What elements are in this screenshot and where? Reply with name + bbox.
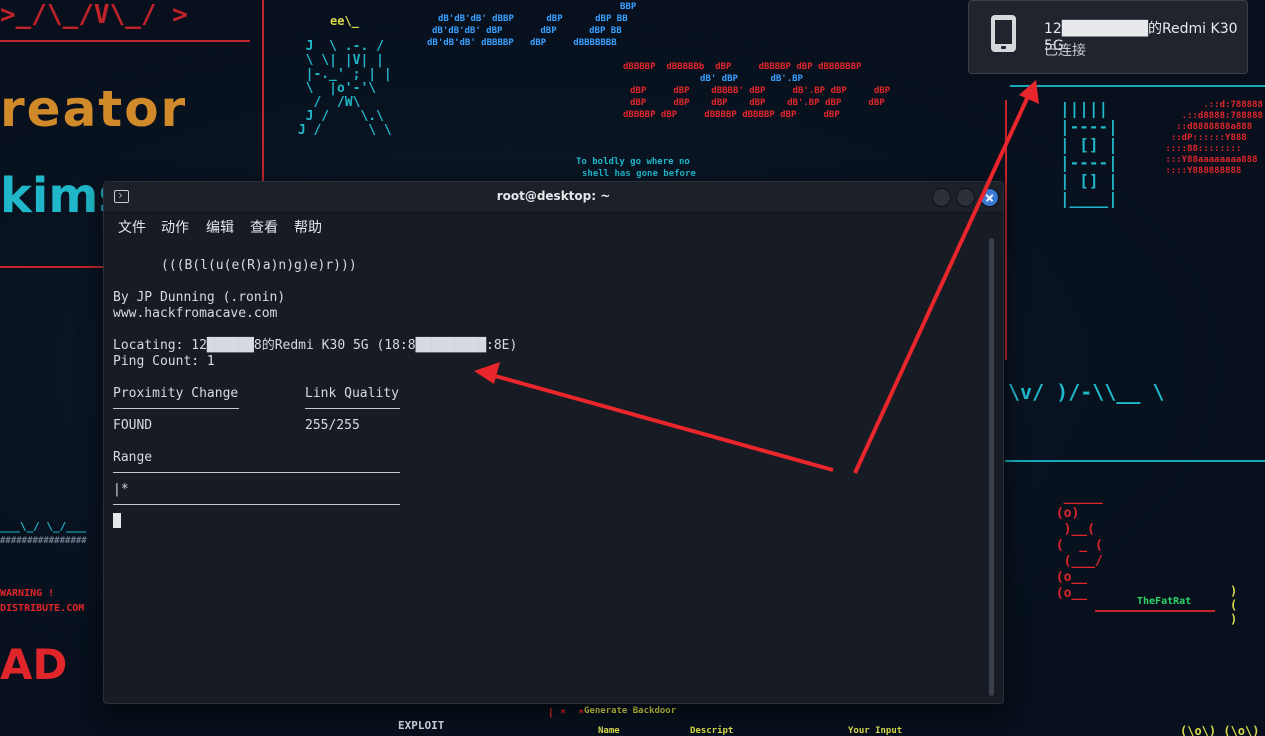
- link-quality-underline: [305, 408, 400, 409]
- notification-status: 已连接: [1044, 43, 1086, 59]
- menu-view[interactable]: 查看: [250, 217, 278, 237]
- menu-edit[interactable]: 编辑: [206, 217, 234, 237]
- range-underline: [113, 472, 400, 473]
- menu-help[interactable]: 帮助: [294, 217, 322, 237]
- window-title: root@desktop: ~: [496, 189, 611, 203]
- phone-icon: [991, 15, 1016, 52]
- range-bottom-line: [113, 504, 400, 505]
- minimize-button[interactable]: [932, 188, 951, 207]
- terminal-titlebar[interactable]: root@desktop: ~: [104, 182, 1003, 213]
- author-line: By JP Dunning (.ronin): [113, 290, 286, 305]
- close-button[interactable]: [980, 188, 999, 207]
- link-quality-header: Link Quality: [305, 386, 399, 401]
- bluetooth-notification[interactable]: 12████████的Redmi K30 5G 已连接: [968, 0, 1248, 74]
- maximize-button[interactable]: [956, 188, 975, 207]
- link-quality-value: 255/255: [305, 418, 360, 433]
- terminal-window[interactable]: root@desktop: ~ 文件 动作 编辑 查看 帮助 (((B(l(u(…: [103, 181, 1004, 704]
- ping-count-line: Ping Count: 1: [113, 354, 215, 369]
- proximity-change-header: Proximity Change: [113, 386, 239, 401]
- locating-line: Locating: 12██████8的Redmi K30 5G (18:8██…: [113, 338, 518, 353]
- website-line: www.hackfromacave.com: [113, 306, 278, 321]
- menubar: 文件 动作 编辑 查看 帮助: [104, 213, 1003, 239]
- banner-line: (((B(l(u(e(R)a)n)g)e)r))): [161, 258, 357, 273]
- proximity-underline: [113, 408, 239, 409]
- menu-file[interactable]: 文件: [118, 217, 146, 237]
- proximity-value: FOUND: [113, 418, 153, 433]
- text-cursor: [113, 513, 121, 528]
- range-header: Range: [113, 450, 153, 465]
- range-value: |*: [113, 482, 129, 497]
- menu-actions[interactable]: 动作: [161, 217, 189, 237]
- scrollbar[interactable]: [989, 238, 994, 696]
